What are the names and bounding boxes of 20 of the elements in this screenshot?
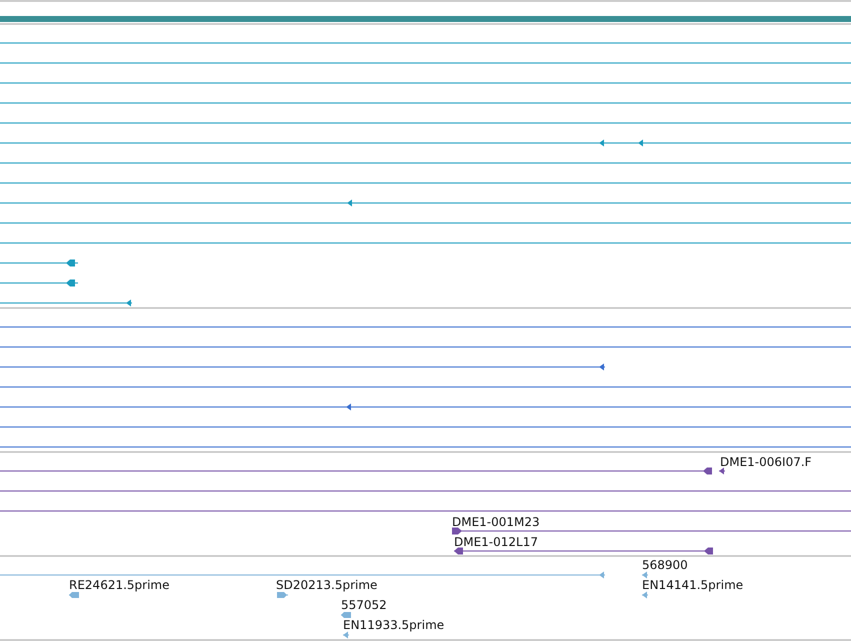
feature-label: 557052 bbox=[341, 598, 387, 612]
feature-label: DME1-012L17 bbox=[454, 535, 538, 549]
feature-arrow[interactable] bbox=[0, 404, 851, 410]
feature-arrow[interactable] bbox=[718, 468, 726, 474]
feature-arrow[interactable] bbox=[0, 200, 851, 206]
feature-arrow[interactable] bbox=[452, 528, 851, 534]
feature-label: EN11933.5prime bbox=[343, 618, 444, 632]
feature-label: DME1-006I07.F bbox=[720, 455, 812, 469]
feature-label: EN14141.5prime bbox=[642, 578, 744, 592]
feature-arrow[interactable] bbox=[0, 468, 712, 474]
feature-arrow[interactable] bbox=[454, 548, 714, 554]
feature-arrow[interactable] bbox=[0, 140, 851, 146]
feature-arrow[interactable] bbox=[0, 300, 132, 306]
feature-arrow[interactable] bbox=[0, 260, 78, 266]
feature-arrow[interactable] bbox=[0, 280, 78, 286]
feature-label: 568900 bbox=[642, 558, 688, 572]
feature-label: RE24621.5prime bbox=[69, 578, 170, 592]
feature-label: DME1-001M23 bbox=[452, 515, 540, 529]
feature-arrow[interactable] bbox=[0, 364, 606, 370]
feature-label: SD20213.5prime bbox=[276, 578, 378, 592]
